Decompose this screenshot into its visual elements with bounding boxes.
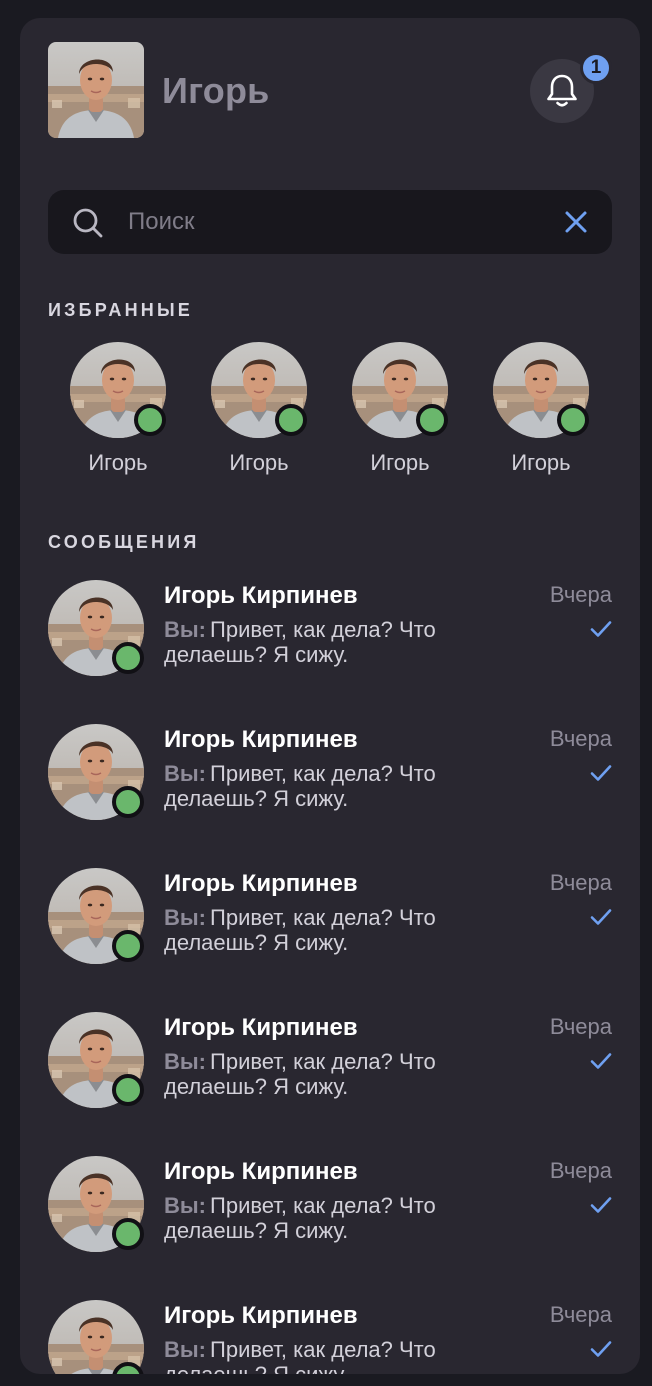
read-check-icon bbox=[590, 1053, 612, 1069]
contact-name: Игорь Кирпинев bbox=[164, 1158, 358, 1185]
avatar bbox=[493, 342, 589, 438]
message-preview: Вы:Привет, как дела? Что делаешь? Я сижу… bbox=[164, 617, 504, 667]
avatar bbox=[48, 1156, 144, 1252]
favorite-name: Игорь bbox=[229, 450, 289, 475]
message-sender-prefix: Вы: bbox=[164, 761, 207, 786]
message-item[interactable]: Игорь Кирпинев Вы: Привет, как дела? Что … bbox=[48, 1012, 612, 1132]
message-preview: Вы:Привет, как дела? Что делаешь? Я сижу… bbox=[164, 1193, 504, 1243]
avatar bbox=[48, 724, 144, 820]
search-icon bbox=[73, 208, 103, 238]
message-item[interactable]: Игорь Кирпинев Вы: Привет, как дела? Что … bbox=[48, 580, 612, 700]
message-item[interactable]: Игорь Кирпинев Вы: Привет, как дела? Что … bbox=[48, 1156, 612, 1276]
online-indicator bbox=[112, 786, 144, 818]
avatar bbox=[352, 342, 448, 438]
message-preview: Вы:Привет, как дела? Что делаешь? Я сижу… bbox=[164, 761, 504, 811]
user-name: Игорь bbox=[162, 70, 270, 111]
message-sender-prefix: Вы: bbox=[164, 1049, 207, 1074]
favorites-list: Игорь Игорь Игорь Игорь bbox=[48, 342, 612, 482]
contact-name: Игорь Кирпинев bbox=[164, 582, 358, 609]
avatar bbox=[48, 868, 144, 964]
message-preview: Вы:Привет, как дела? Что делаешь? Я сижу… bbox=[164, 1049, 504, 1099]
close-icon[interactable] bbox=[564, 210, 588, 234]
favorite-contact[interactable]: Игорь bbox=[471, 342, 591, 482]
message-sender-prefix: Вы: bbox=[164, 617, 207, 642]
message-item[interactable]: Игорь Кирпинев Вы: Привет, как дела? Что … bbox=[48, 1300, 612, 1374]
message-item[interactable]: Игорь Кирпинев Вы: Привет, как дела? Что … bbox=[48, 724, 612, 844]
avatar bbox=[48, 1300, 144, 1374]
online-indicator bbox=[112, 1074, 144, 1106]
contact-name: Игорь Кирпинев bbox=[164, 1302, 358, 1329]
messages-label: СООБЩЕНИЯ bbox=[48, 532, 200, 552]
avatar bbox=[48, 580, 144, 676]
chat-sidebar-panel: Игорь 1 ИЗБРАННЫЕ bbox=[20, 18, 640, 1374]
favorite-contact[interactable]: Игорь bbox=[330, 342, 450, 482]
online-indicator bbox=[112, 930, 144, 962]
profile-avatar[interactable] bbox=[48, 42, 144, 138]
search-bar bbox=[48, 190, 612, 254]
favorite-contact[interactable]: Игорь bbox=[48, 342, 168, 482]
message-item[interactable]: Игорь Кирпинев Вы: Привет, как дела? Что … bbox=[48, 868, 612, 988]
search-input[interactable] bbox=[128, 204, 528, 240]
avatar-photo bbox=[48, 42, 144, 138]
bell-icon bbox=[547, 74, 577, 107]
message-sender-prefix: Вы: bbox=[164, 1337, 207, 1362]
contact-name: Игорь Кирпинев bbox=[164, 1014, 358, 1041]
read-check-icon bbox=[590, 1341, 612, 1357]
read-check-icon bbox=[590, 765, 612, 781]
message-sender-prefix: Вы: bbox=[164, 1193, 207, 1218]
online-indicator bbox=[416, 404, 448, 436]
message-time: Вчера bbox=[549, 870, 612, 895]
favorites-label: ИЗБРАННЫЕ bbox=[48, 300, 194, 320]
favorite-name: Игорь bbox=[88, 450, 148, 475]
favorite-contact[interactable]: Игорь bbox=[189, 342, 309, 482]
message-sender-prefix: Вы: bbox=[164, 905, 207, 930]
avatar bbox=[48, 1012, 144, 1108]
message-time: Вчера bbox=[549, 1158, 612, 1183]
contact-name: Игорь Кирпинев bbox=[164, 870, 358, 897]
read-check-icon bbox=[590, 621, 612, 637]
header: Игорь 1 bbox=[48, 42, 612, 138]
online-indicator bbox=[134, 404, 166, 436]
notification-count-badge: 1 bbox=[580, 52, 612, 84]
avatar bbox=[70, 342, 166, 438]
message-time: Вчера bbox=[549, 1014, 612, 1039]
contact-name: Игорь Кирпинев bbox=[164, 726, 358, 753]
online-indicator bbox=[557, 404, 589, 436]
avatar bbox=[211, 342, 307, 438]
message-preview: Вы:Привет, как дела? Что делаешь? Я сижу… bbox=[164, 905, 504, 955]
read-check-icon bbox=[590, 909, 612, 925]
favorite-name: Игорь bbox=[511, 450, 571, 475]
message-time: Вчера bbox=[549, 726, 612, 751]
online-indicator bbox=[275, 404, 307, 436]
message-preview: Вы:Привет, как дела? Что делаешь? Я сижу… bbox=[164, 1337, 504, 1374]
online-indicator bbox=[112, 1218, 144, 1250]
message-time: Вчера bbox=[549, 582, 612, 607]
message-time: Вчера bbox=[549, 1302, 612, 1327]
online-indicator bbox=[112, 642, 144, 674]
read-check-icon bbox=[590, 1197, 612, 1213]
favorite-name: Игорь bbox=[370, 450, 430, 475]
